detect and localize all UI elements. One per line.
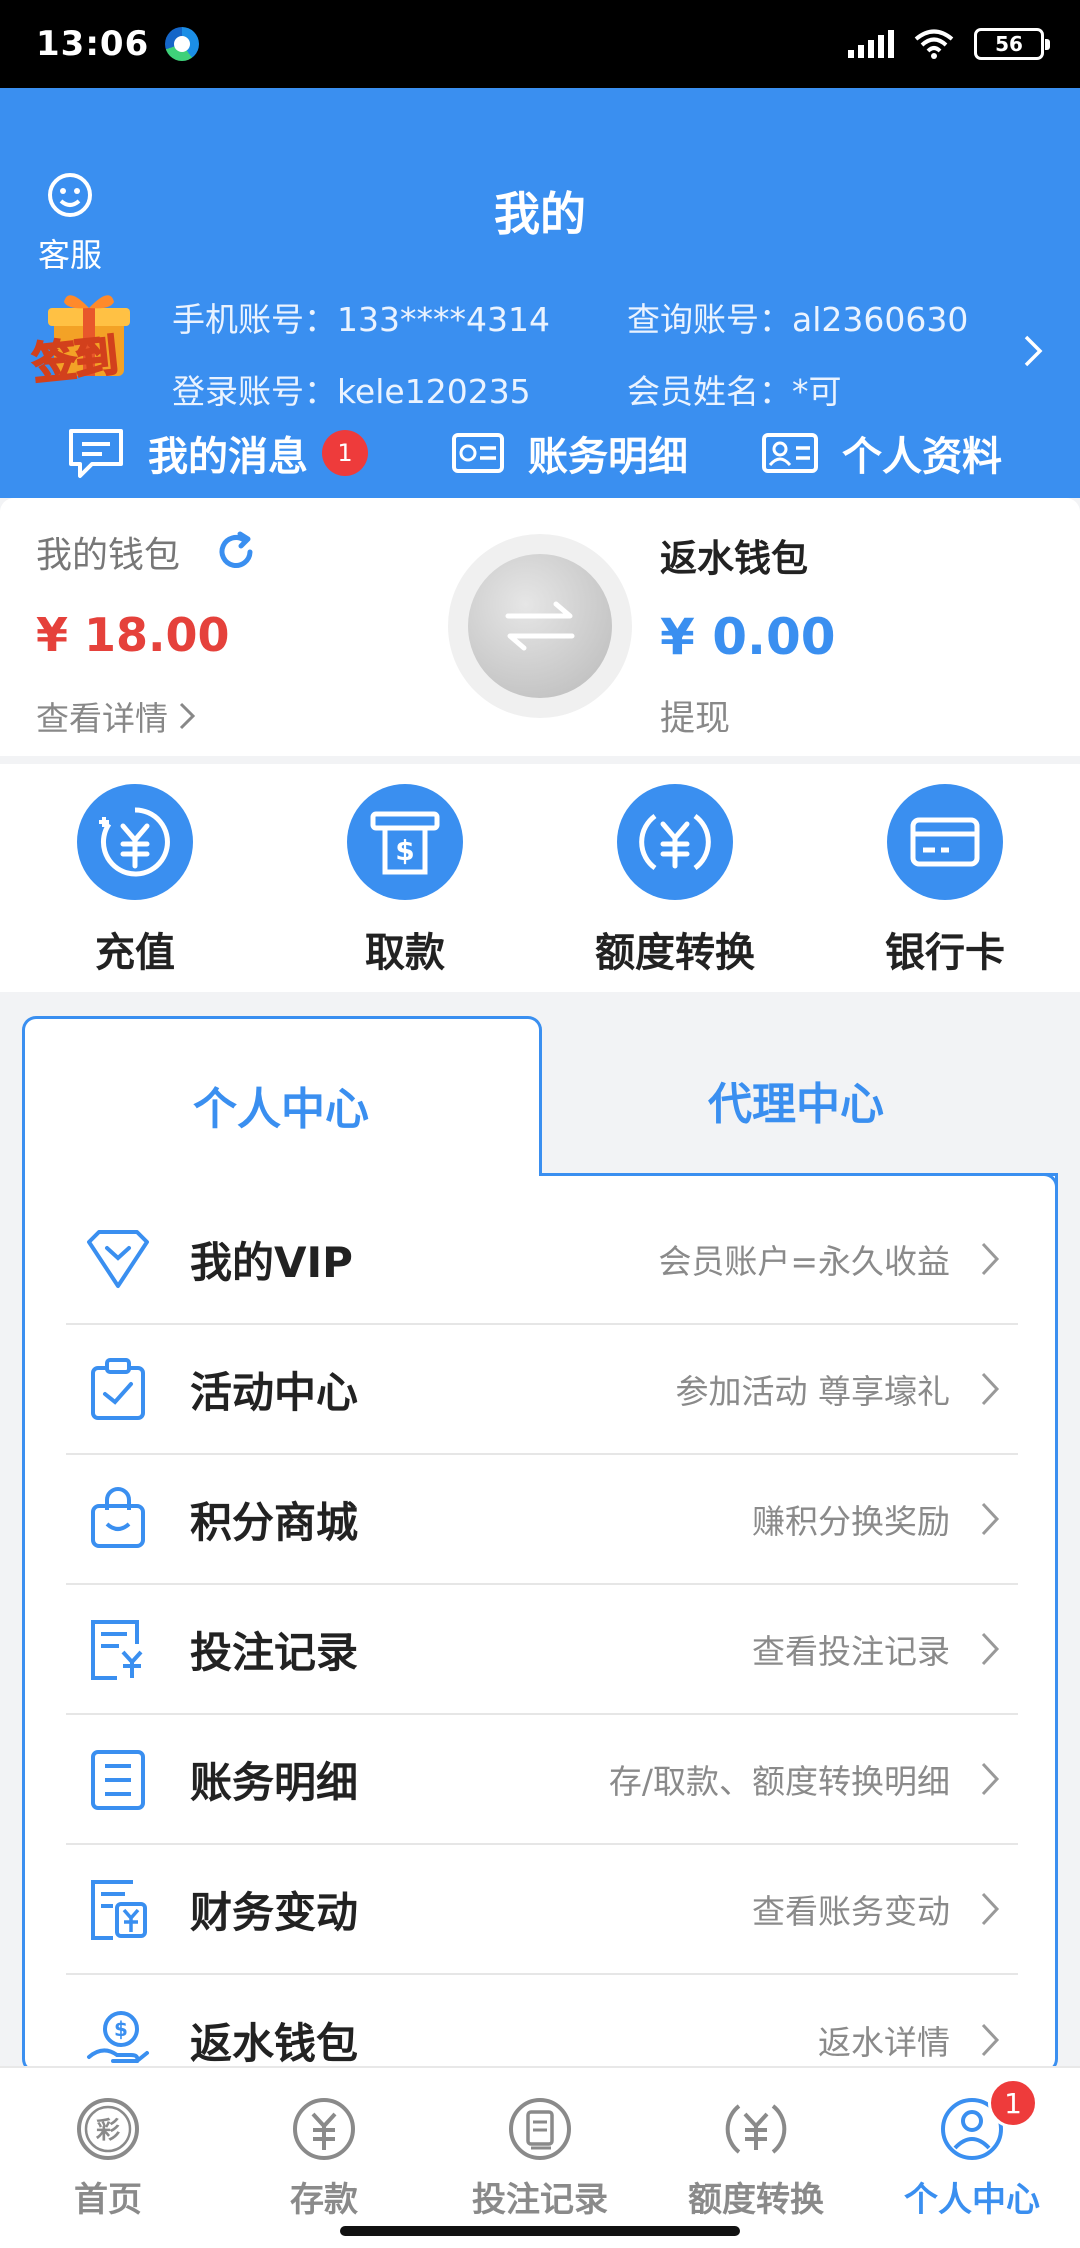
my-wallet-amount: ¥ 18.00 xyxy=(36,608,230,662)
status-indicators: 56 xyxy=(848,28,1050,60)
nav-deposit[interactable]: 存款 xyxy=(216,2068,432,2248)
menu-item-points-mall[interactable]: 积分商城 赚积分换奖励 xyxy=(66,1455,1018,1585)
bank-card-icon xyxy=(887,784,1003,900)
atm-withdraw-icon: $ xyxy=(347,784,463,900)
profile-label: 个人资料 xyxy=(842,434,1002,480)
menu-item-finance-change[interactable]: 财务变动 查看账务变动 xyxy=(66,1845,1018,1975)
chevron-right-icon xyxy=(981,1632,1000,1666)
refresh-icon[interactable] xyxy=(214,530,258,574)
lottery-home-icon: 彩 xyxy=(77,2098,139,2160)
checkin-label: 签到 xyxy=(29,330,120,392)
chevron-right-icon xyxy=(981,1242,1000,1276)
shopping-bag-icon xyxy=(82,1483,154,1555)
recharge-button[interactable]: 充值 xyxy=(0,764,270,992)
swap-arrows-icon xyxy=(505,601,575,651)
my-messages-link[interactable]: 我的消息 1 xyxy=(66,424,368,482)
vip-diamond-icon xyxy=(82,1223,154,1295)
transfer-button[interactable] xyxy=(448,534,632,718)
ledger-card-icon xyxy=(452,433,504,473)
wallet-card: 我的钱包 ¥ 18.00 查看详情 返水钱包 ¥ 0.00 提现 xyxy=(0,498,1080,756)
chevron-right-icon xyxy=(981,1892,1000,1926)
chevron-right-icon[interactable] xyxy=(1022,333,1044,369)
finance-change-icon xyxy=(82,1873,154,1945)
query-account: 查询账号：al2360630 xyxy=(627,300,969,339)
menu-item-bet-records[interactable]: 投注记录 查看投注记录 xyxy=(66,1585,1018,1715)
wifi-icon xyxy=(914,29,954,59)
chevron-right-icon xyxy=(981,1762,1000,1796)
account-info[interactable]: 手机账号：133****4314 查询账号：al2360630 登录账号：kel… xyxy=(172,293,1012,413)
nav-bet-records[interactable]: 投注记录 xyxy=(432,2068,648,2248)
signal-icon xyxy=(848,30,894,58)
bet-record-nav-icon xyxy=(509,2098,571,2160)
svg-text:彩: 彩 xyxy=(95,2116,120,2144)
chevron-right-icon xyxy=(179,702,196,730)
deposit-yuan-icon xyxy=(293,2098,355,2160)
menu-item-vip[interactable]: 我的VIP 会员账户=永久收益 xyxy=(66,1195,1018,1325)
exchange-nav-icon xyxy=(725,2104,787,2154)
tab-personal-center[interactable]: 个人中心 xyxy=(22,1016,542,1176)
checkin-button[interactable]: 签到 xyxy=(28,288,150,391)
battery-icon: 56 xyxy=(974,28,1050,60)
clipboard-check-icon xyxy=(82,1353,154,1425)
status-bar: 13:06 56 xyxy=(0,0,1080,88)
chevron-right-icon xyxy=(981,1502,1000,1536)
ledger-list-icon xyxy=(82,1743,154,1815)
menu-list: 我的VIP 会员账户=永久收益 活动中心 参加活动 尊享壕礼 积分商城 赚积分换… xyxy=(66,1195,1018,2105)
profile-header: 客服 我的 签到 手机账号：133****4314 查询账号：al2360630… xyxy=(0,88,1080,498)
my-wallet: 我的钱包 ¥ 18.00 查看详情 xyxy=(36,526,258,740)
edge-browser-icon xyxy=(165,27,200,61)
message-bubble-icon xyxy=(69,429,123,478)
nav-home[interactable]: 彩 首页 xyxy=(0,2068,216,2248)
status-time: 13:06 xyxy=(36,24,150,64)
chevron-right-icon xyxy=(981,1372,1000,1406)
page-title: 我的 xyxy=(494,187,586,241)
withdraw-button[interactable]: $ 取款 xyxy=(270,764,540,992)
phone-account: 手机账号：133****4314 xyxy=(172,300,550,339)
rebate-wallet-label: 返水钱包 xyxy=(660,537,808,580)
menu-item-activity[interactable]: 活动中心 参加活动 尊享壕礼 xyxy=(66,1325,1018,1455)
ledger-label: 账务明细 xyxy=(528,434,688,480)
bottom-nav: 彩 首页 存款 投注记录 额度转换 1 个人中心 xyxy=(0,2066,1080,2248)
message-count-badge: 1 xyxy=(322,430,368,476)
rebate-amount: ¥ 0.00 xyxy=(660,608,836,666)
bank-card-button[interactable]: 银行卡 xyxy=(810,764,1080,992)
login-account: 登录账号：kele120235 xyxy=(172,372,531,411)
menu-item-ledger[interactable]: 账务明细 存/取款、额度转换明细 xyxy=(66,1715,1018,1845)
id-card-icon xyxy=(762,433,818,473)
my-messages-label: 我的消息 xyxy=(148,434,308,480)
quota-exchange-button[interactable]: 额度转换 xyxy=(540,764,810,992)
recharge-icon xyxy=(77,784,193,900)
member-name: 会员姓名：*可 xyxy=(627,372,842,411)
profile-link[interactable]: 个人资料 xyxy=(760,424,1002,482)
my-wallet-label: 我的钱包 xyxy=(36,535,181,576)
bet-record-icon xyxy=(82,1613,154,1685)
yuan-exchange-icon xyxy=(617,784,733,900)
withdraw-link[interactable]: 提现 xyxy=(660,690,836,741)
action-grid: 充值 $ 取款 额度转换 银行卡 xyxy=(0,764,1080,992)
svg-text:$: $ xyxy=(114,2017,128,2041)
chevron-right-icon xyxy=(981,2023,1000,2057)
home-indicator[interactable] xyxy=(340,2226,740,2236)
nav-notification-badge: 1 xyxy=(988,2078,1038,2128)
nav-personal-center[interactable]: 1 个人中心 xyxy=(864,2068,1080,2248)
view-details-link[interactable]: 查看详情 xyxy=(36,692,258,740)
nav-quota-exchange[interactable]: 额度转换 xyxy=(648,2068,864,2248)
svg-text:$: $ xyxy=(395,834,414,867)
quick-links: 我的消息 1 账务明细 个人资料 xyxy=(0,418,1080,488)
ledger-link[interactable]: 账务明细 xyxy=(450,424,688,482)
rebate-wallet: 返水钱包 ¥ 0.00 提现 xyxy=(660,528,836,741)
tab-agent-center[interactable]: 代理中心 xyxy=(542,1016,1058,1176)
